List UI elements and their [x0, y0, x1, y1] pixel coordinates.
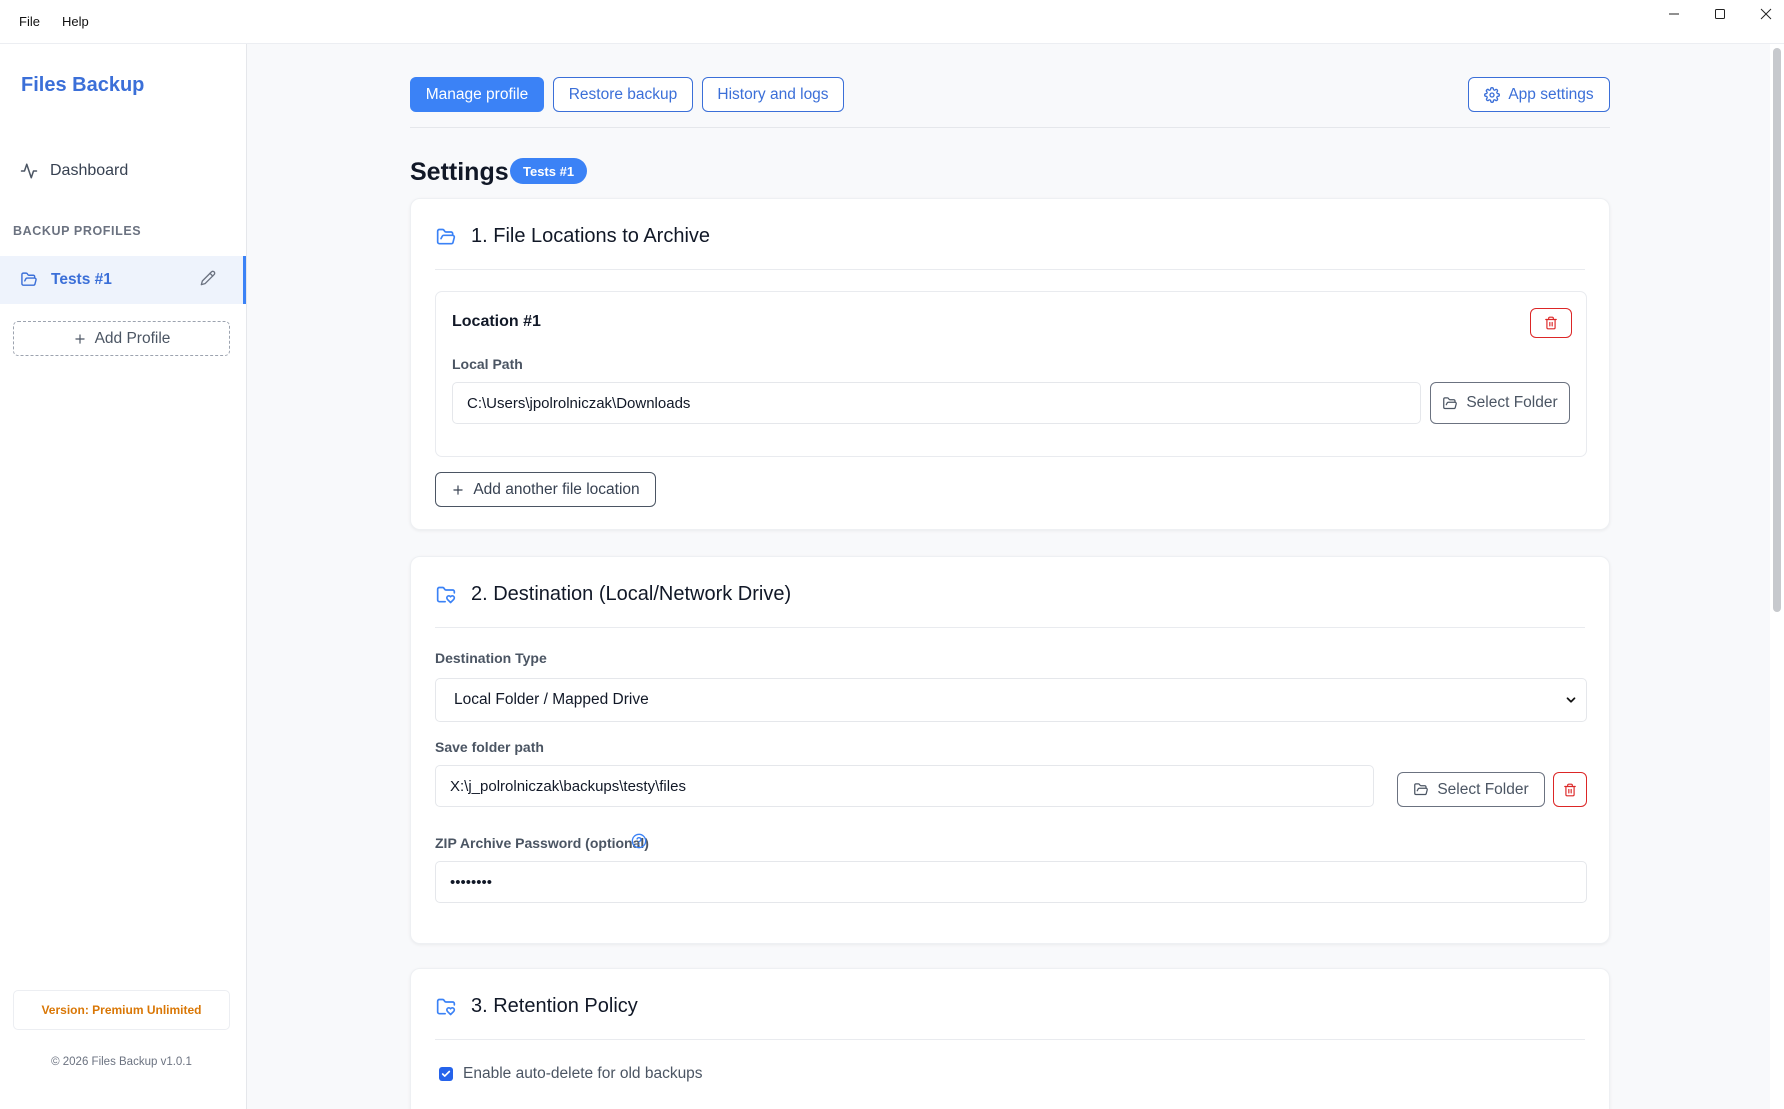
gear-icon — [1484, 86, 1501, 103]
chevron-down-icon — [1566, 697, 1576, 703]
profile-name: Tests #1 — [51, 271, 112, 288]
select-folder-label: Select Folder — [1466, 394, 1558, 411]
history-logs-button[interactable]: History and logs — [702, 77, 844, 112]
restore-backup-button[interactable]: Restore backup — [553, 77, 693, 112]
retention-policy-card: 3. Retention Policy Enable auto-delete f… — [410, 968, 1610, 1109]
trash-icon — [1545, 316, 1557, 330]
card-title: 2. Destination (Local/Network Drive) — [471, 583, 792, 605]
version-badge: Version: Premium Unlimited — [13, 990, 230, 1030]
card-divider — [435, 269, 1585, 270]
destination-type-label: Destination Type — [435, 650, 547, 666]
auto-delete-label: Enable auto-delete for old backups — [463, 1065, 703, 1082]
sidebar-item-label: Dashboard — [50, 162, 129, 179]
main-content: Manage profile Restore backup History an… — [248, 44, 1784, 1109]
zip-password-label: ZIP Archive Password (optional) — [435, 835, 649, 851]
destination-card: 2. Destination (Local/Network Drive) Des… — [410, 556, 1610, 944]
zip-password-input[interactable]: •••••••• — [435, 861, 1587, 903]
page-title: Settings — [410, 158, 509, 186]
save-path-input[interactable]: X:\j_polrolniczak\backups\testy\files — [435, 765, 1374, 807]
section-label: BACKUP PROFILES — [13, 224, 142, 238]
card-header: 1. File Locations to Archive — [435, 225, 710, 248]
delete-location-button[interactable] — [1530, 308, 1572, 338]
destination-type-value: Local Folder / Mapped Drive — [454, 691, 649, 708]
plus-icon — [453, 484, 464, 495]
card-title: 3. Retention Policy — [471, 995, 638, 1017]
local-path-label: Local Path — [452, 356, 523, 372]
copyright-text: © 2026 Files Backup v1.0.1 — [51, 1056, 192, 1068]
check-icon — [441, 1070, 451, 1077]
folder-heart-icon — [436, 998, 456, 1015]
select-folder-label: Select Folder — [1437, 780, 1529, 798]
help-circle-icon[interactable] — [631, 833, 647, 854]
profile-badge: Tests #1 — [510, 158, 588, 184]
folder-open-icon — [1443, 396, 1458, 409]
app-settings-button[interactable]: App settings — [1468, 77, 1610, 112]
close-icon[interactable] — [1743, 0, 1784, 28]
folder-open-icon — [20, 271, 38, 293]
add-profile-button[interactable]: Add Profile — [13, 321, 230, 356]
plus-icon — [74, 333, 85, 344]
card-header: 3. Retention Policy — [435, 995, 638, 1018]
scrollbar-thumb[interactable] — [1773, 48, 1781, 612]
folder-open-icon — [436, 228, 456, 244]
manage-profile-button[interactable]: Manage profile — [410, 77, 544, 112]
menu-bar: File Help — [0, 0, 1784, 44]
select-folder-button[interactable]: Select Folder — [1397, 772, 1545, 807]
destination-type-select[interactable]: Local Folder / Mapped Drive — [435, 678, 1587, 722]
local-path-input[interactable]: C:\Users\jpolrolniczak\Downloads — [452, 382, 1421, 424]
toolbar-divider — [410, 127, 1610, 128]
minimize-icon[interactable] — [1651, 0, 1697, 28]
card-header: 2. Destination (Local/Network Drive) — [435, 583, 791, 606]
select-folder-button[interactable]: Select Folder — [1430, 382, 1570, 424]
app-brand: Files Backup — [21, 74, 145, 96]
card-divider — [435, 627, 1585, 628]
activity-icon — [20, 163, 38, 179]
maximize-icon[interactable] — [1697, 0, 1743, 28]
auto-delete-checkbox[interactable] — [439, 1067, 453, 1081]
pencil-icon[interactable] — [200, 270, 216, 291]
card-divider — [435, 1039, 1585, 1040]
add-profile-label: Add Profile — [94, 329, 171, 347]
card-title: 1. File Locations to Archive — [471, 225, 711, 247]
app-settings-label: App settings — [1508, 85, 1594, 103]
menu-help[interactable]: Help — [62, 14, 89, 29]
clear-path-button[interactable] — [1553, 772, 1587, 807]
add-location-label: Add another file location — [473, 480, 640, 498]
sidebar-item-dashboard[interactable]: Dashboard — [20, 162, 128, 180]
location-item: Location #1 Local Path C:\Users\jpolroln… — [435, 291, 1587, 457]
menu-file[interactable]: File — [19, 14, 40, 29]
folder-heart-icon — [436, 586, 456, 603]
trash-icon — [1564, 783, 1576, 796]
folder-open-icon — [1414, 783, 1429, 796]
location-title: Location #1 — [452, 313, 541, 330]
sidebar-item-profile[interactable]: Tests #1 — [0, 256, 246, 304]
file-locations-card: 1. File Locations to Archive Location #1… — [410, 198, 1610, 530]
sidebar: Files Backup Dashboard BACKUP PROFILES T… — [0, 44, 247, 1109]
save-path-label: Save folder path — [435, 739, 544, 755]
add-location-button[interactable]: Add another file location — [435, 472, 656, 507]
